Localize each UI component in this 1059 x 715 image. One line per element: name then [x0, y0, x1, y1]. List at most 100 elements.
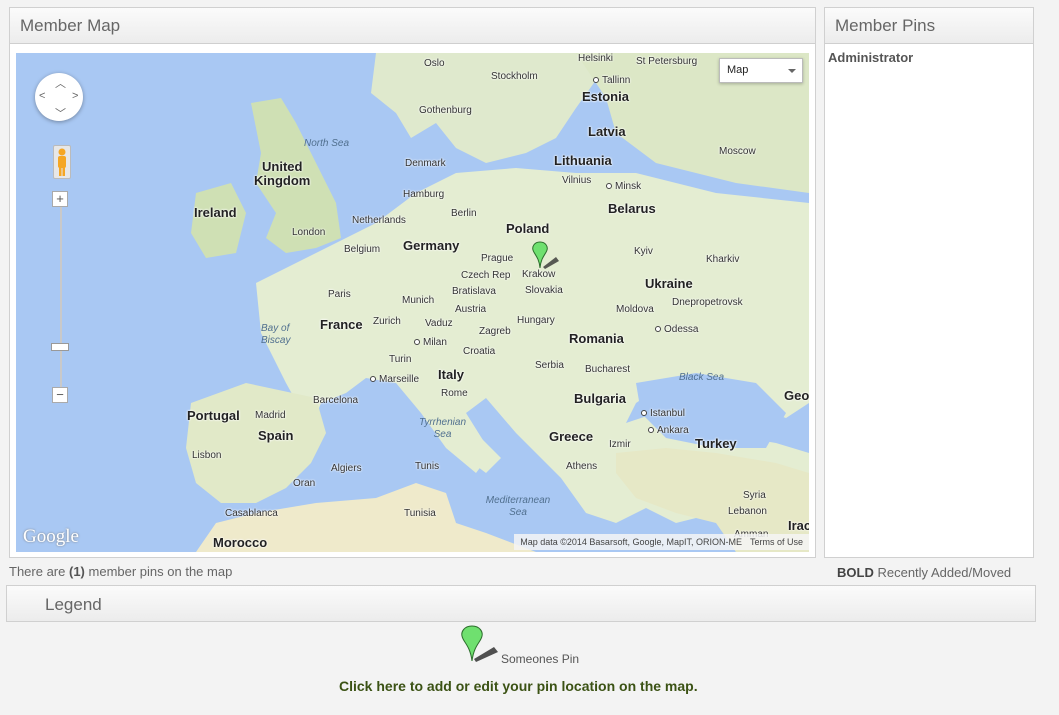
- pan-left-icon[interactable]: <: [39, 90, 45, 102]
- pin-count-suffix: member pins on the map: [88, 564, 233, 579]
- label-syria: Syria: [743, 490, 766, 501]
- map-data-text: Map data ©2014 Basarsoft, Google, MapIT,…: [520, 537, 742, 547]
- legend-header: Legend: [6, 585, 1036, 622]
- label-munich: Munich: [402, 295, 435, 306]
- label-bratislava: Bratislava: [452, 286, 496, 297]
- label-hamburg: Hamburg: [403, 189, 445, 200]
- label-greece: Greece: [549, 429, 594, 444]
- member-map-title: Member Map: [10, 8, 815, 44]
- label-mediterranean-sea: Mediterranean Sea: [485, 495, 551, 518]
- label-izmir: Izmir: [609, 439, 631, 450]
- legend-pin-label: Someones Pin: [501, 652, 580, 666]
- label-latvia: Latvia: [588, 124, 626, 139]
- label-ireland: Ireland: [194, 205, 237, 220]
- label-moscow: Moscow: [719, 146, 756, 157]
- pin-count-value: (1): [69, 564, 85, 579]
- label-tunis: Tunis: [415, 461, 440, 472]
- label-north-sea: North Sea: [304, 138, 350, 149]
- label-bay-of-biscay: Bay of Biscay: [261, 323, 291, 346]
- label-germany: Germany: [403, 238, 460, 253]
- label-turin: Turin: [389, 354, 412, 365]
- edit-pin-link[interactable]: Click here to add or edit your pin locat…: [339, 678, 698, 694]
- map-attribution: Map data ©2014 Basarsoft, Google, MapIT,…: [514, 534, 809, 550]
- pin-count-prefix: There are: [9, 564, 66, 579]
- bold-legend-note: BOLD Recently Added/Moved: [837, 565, 1011, 580]
- label-united-kingdom-2: Kingdom: [254, 173, 311, 188]
- zoom-out-button[interactable]: −: [52, 387, 68, 403]
- label-serbia: Serbia: [535, 360, 564, 371]
- label-slovakia: Slovakia: [525, 285, 563, 296]
- label-marseille: Marseille: [370, 374, 419, 386]
- label-zurich: Zurich: [373, 316, 401, 327]
- label-france: France: [320, 317, 363, 332]
- member-pin-marker[interactable]: [530, 241, 560, 271]
- label-united-kingdom-1: United: [262, 159, 303, 174]
- zoom-slider-thumb[interactable]: [51, 343, 69, 351]
- label-lisbon: Lisbon: [192, 450, 222, 461]
- chevron-down-icon: [788, 69, 796, 73]
- label-zagreb: Zagreb: [479, 326, 511, 337]
- label-tunisia: Tunisia: [404, 508, 436, 519]
- label-italy: Italy: [438, 367, 465, 382]
- label-milan: Milan: [414, 337, 447, 349]
- label-kharkiv: Kharkiv: [706, 254, 740, 265]
- label-madrid: Madrid: [255, 410, 286, 421]
- label-lithuania: Lithuania: [554, 153, 612, 168]
- label-berlin: Berlin: [451, 208, 477, 219]
- label-lebanon: Lebanon: [728, 506, 767, 517]
- label-romania: Romania: [569, 331, 624, 346]
- map-canvas[interactable]: Oslo Stockholm Helsinki St Petersburg Ta…: [16, 53, 809, 552]
- label-odessa: Odessa: [655, 324, 698, 336]
- label-spain: Spain: [258, 428, 294, 443]
- zoom-in-button[interactable]: +: [52, 191, 68, 207]
- label-moldova: Moldova: [616, 304, 654, 315]
- label-helsinki: Helsinki: [578, 53, 614, 64]
- label-denmark: Denmark: [405, 158, 446, 169]
- pan-up-icon[interactable]: ︿: [55, 75, 66, 91]
- label-iraq: Irac: [788, 518, 809, 533]
- label-estonia: Estonia: [582, 89, 629, 104]
- terms-of-use-link[interactable]: Terms of Use: [750, 537, 803, 547]
- label-austria: Austria: [455, 304, 487, 315]
- member-pins-panel: Member Pins Administrator: [824, 7, 1034, 558]
- label-morocco: Morocco: [213, 535, 268, 550]
- pan-right-icon[interactable]: >: [72, 90, 78, 102]
- label-black-sea: Black Sea: [679, 372, 725, 383]
- label-portugal: Portugal: [187, 408, 240, 423]
- pin-count-text: There are (1) member pins on the map: [9, 564, 232, 579]
- bold-description: Recently Added/Moved: [877, 565, 1012, 580]
- label-vaduz: Vaduz: [425, 318, 453, 329]
- label-gothenburg: Gothenburg: [419, 105, 472, 116]
- legend-pin-icon: [461, 625, 498, 662]
- label-belarus: Belarus: [608, 201, 656, 216]
- label-kyiv: Kyiv: [634, 246, 653, 257]
- label-barcelona: Barcelona: [313, 395, 359, 406]
- label-london: London: [292, 227, 326, 238]
- label-prague: Prague: [481, 253, 514, 264]
- zoom-slider-track[interactable]: [60, 198, 62, 398]
- label-geo: Geo: [784, 388, 809, 403]
- label-tallinn: Tallinn: [593, 75, 630, 87]
- google-logo: Google: [23, 526, 79, 547]
- label-bucharest: Bucharest: [585, 364, 631, 375]
- label-casablanca: Casablanca: [225, 508, 278, 519]
- label-ankara: Ankara: [648, 425, 689, 437]
- label-rome: Rome: [441, 388, 468, 399]
- label-netherlands: Netherlands: [352, 215, 406, 226]
- label-istanbul: Istanbul: [641, 408, 685, 420]
- pan-control[interactable]: ︿ ﹀ < >: [35, 73, 83, 121]
- map-type-value: Map: [727, 64, 749, 76]
- label-oslo: Oslo: [424, 58, 445, 69]
- pin-list-item[interactable]: Administrator: [828, 50, 1030, 65]
- label-oran: Oran: [293, 478, 316, 489]
- map-type-select[interactable]: Map: [719, 58, 803, 83]
- pan-down-icon[interactable]: ﹀: [55, 105, 66, 121]
- bold-word: BOLD: [837, 565, 874, 580]
- member-map-panel: Member Map Oslo Stockholm Helsinki St Pe…: [9, 7, 816, 558]
- label-algiers: Algiers: [331, 463, 362, 474]
- street-view-pegman-icon[interactable]: [53, 145, 71, 179]
- label-st-petersburg: St Petersburg: [636, 56, 698, 67]
- label-hungary: Hungary: [517, 315, 555, 326]
- label-croatia: Croatia: [463, 346, 496, 357]
- pins-list: Administrator: [825, 44, 1033, 71]
